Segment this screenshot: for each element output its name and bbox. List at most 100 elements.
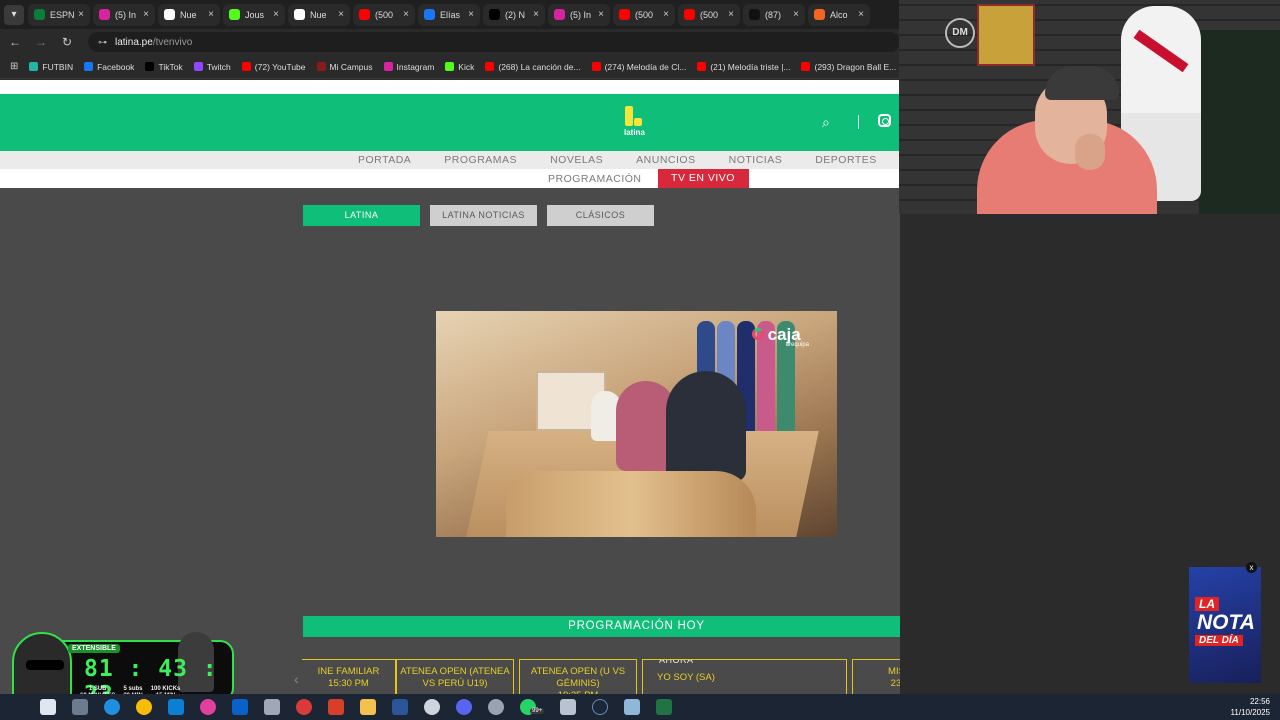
search-icon[interactable] [40, 699, 56, 715]
excel-icon[interactable] [656, 699, 673, 715]
bookmark-item[interactable]: Facebook [84, 62, 134, 72]
live-video-player[interactable]: caja arequipa [436, 311, 837, 537]
tab-close-icon[interactable]: × [468, 9, 474, 20]
browser-tab[interactable]: (2) N × [483, 3, 545, 26]
outlook-icon[interactable] [232, 699, 248, 715]
word-icon[interactable] [392, 699, 408, 715]
bookmark-item[interactable]: Kick [445, 62, 474, 72]
apps-grid-icon[interactable]: ⊞ [10, 61, 18, 72]
tab-close-icon[interactable]: × [338, 9, 344, 20]
tab-close-icon[interactable]: × [403, 9, 409, 20]
browser-tab[interactable]: Nue × [158, 3, 220, 26]
nota-main: NOTA [1197, 611, 1255, 634]
schedule-card[interactable]: MISTERIO23:00 PM [852, 659, 900, 694]
nav-tv-en-vivo[interactable]: TV EN VIVO [657, 169, 749, 188]
schedule-title: PROGRAMACIÓN HOY [303, 616, 900, 637]
chrome-icon[interactable] [136, 699, 152, 715]
bookmark-item[interactable]: (21) Melodía triste |... [697, 62, 790, 72]
channel-tab[interactable]: LATINA [303, 205, 420, 226]
channel-tab[interactable]: CLÁSICOS [547, 205, 654, 226]
bookmark-item[interactable]: (274) Melodía de Cl... [591, 61, 687, 72]
browser-tab[interactable]: (87) × [743, 3, 805, 26]
browser-tab[interactable]: ESPN × [28, 3, 90, 26]
instagram-icon[interactable] [878, 114, 891, 127]
browser-tab[interactable]: (5) In × [548, 3, 610, 26]
search-icon[interactable]: ⌕ [822, 114, 830, 131]
tab-close-icon[interactable]: × [143, 9, 149, 20]
latina-logo[interactable]: latina [624, 106, 647, 138]
address-bar[interactable]: ⊶ latina.pe/tvenvivo [88, 32, 900, 52]
task-view-icon[interactable] [72, 699, 88, 715]
tab-close-icon[interactable]: × [663, 9, 669, 20]
tab-title: (500 [700, 9, 719, 20]
app-icon[interactable] [488, 699, 504, 715]
nav-item-programas[interactable]: PROGRAMAS [444, 154, 517, 166]
discord-icon[interactable] [456, 699, 472, 715]
browser-tab[interactable]: Nue × [288, 3, 350, 26]
tab-title: Nue [180, 9, 197, 20]
tab-search-chevron-icon[interactable]: ▾ [4, 4, 24, 25]
schedule-card[interactable]: ATENEA OPEN (ATENEA VS PERÚ U19) [396, 659, 514, 694]
tab-favicon-icon [229, 9, 240, 20]
tab-favicon-icon [99, 9, 110, 20]
photos-icon[interactable] [168, 699, 184, 715]
app-icon[interactable] [296, 699, 312, 715]
nav-programacion[interactable]: PROGRAMACIÓN [548, 173, 642, 185]
tab-close-icon[interactable]: × [858, 9, 864, 20]
bookmark-item[interactable]: (293) Dragon Ball E... [801, 62, 896, 72]
bookmark-label: (268) La canción de... [498, 61, 581, 72]
reload-icon[interactable]: ↻ [56, 35, 78, 49]
bookmark-item[interactable]: Instagram [383, 62, 434, 72]
browser-tab[interactable]: Jous × [223, 3, 285, 26]
file-explorer-icon[interactable] [360, 699, 376, 715]
nav-item-portada[interactable]: PORTADA [358, 154, 411, 166]
app-icon[interactable] [424, 699, 440, 715]
windows-taskbar: 99+ 22:56 11/10/2025 [0, 694, 1280, 720]
schedule-card[interactable]: AHORA YO SOY (SA) [642, 659, 847, 694]
bookmark-item[interactable]: FUTBIN [29, 62, 73, 72]
app-icon[interactable] [328, 699, 344, 715]
browser-tab[interactable]: (500 × [613, 3, 675, 26]
app-icon[interactable] [200, 699, 216, 715]
schedule-card[interactable]: INE FAMILIAR 15:30 PM [302, 659, 396, 694]
tab-close-icon[interactable]: × [78, 9, 84, 20]
nav-item-anuncios[interactable]: ANUNCIOS [636, 154, 695, 166]
site-info-icon[interactable]: ⊶ [98, 37, 107, 48]
bookmark-item[interactable]: Twitch [193, 62, 231, 72]
nav-item-novelas[interactable]: NOVELAS [550, 154, 603, 166]
bookmark-item[interactable]: Mi Campus [316, 62, 373, 72]
browser-tab[interactable]: (500 × [353, 3, 415, 26]
browser-tab[interactable]: (5) In × [93, 3, 155, 26]
nav-item-deportes[interactable]: DEPORTES [815, 154, 877, 166]
channel-tab[interactable]: LATINA NOTICIAS [430, 205, 537, 226]
tab-close-icon[interactable]: × [208, 9, 214, 20]
system-clock[interactable]: 22:56 11/10/2025 [1231, 696, 1270, 718]
chevron-left-icon[interactable]: ‹ [294, 671, 299, 687]
back-arrow-icon[interactable]: ← [4, 35, 26, 49]
app-icon[interactable] [624, 699, 641, 715]
bookmark-label: Facebook [97, 61, 135, 72]
browser-tab[interactable]: (500 × [678, 3, 740, 26]
nav-item-noticias[interactable]: NOTICIAS [729, 154, 783, 166]
schedule-card[interactable]: ATENEA OPEN (U VS GÉMINIS)19:25 PM [519, 659, 637, 694]
tab-close-icon[interactable]: × [728, 9, 734, 20]
bookmark-item[interactable]: (72) YouTube [241, 62, 306, 72]
close-icon[interactable]: x [1246, 562, 1257, 573]
browser-tab[interactable]: Alco × [808, 3, 870, 26]
tab-close-icon[interactable]: × [273, 9, 279, 20]
browser-tab[interactable]: Elías × [418, 3, 480, 26]
tab-title: (500 [375, 9, 394, 20]
tab-close-icon[interactable]: × [793, 9, 799, 20]
tab-close-icon[interactable]: × [598, 9, 604, 20]
calculator-icon[interactable] [560, 699, 577, 715]
bookmark-label: (274) Melodía de Cl... [604, 61, 687, 72]
bookmark-item[interactable]: TikTok [145, 62, 183, 72]
steam-icon[interactable] [592, 699, 609, 715]
forward-arrow-icon[interactable]: → [30, 35, 52, 49]
bookmark-item[interactable]: (268) La canción de... [485, 61, 581, 72]
tab-close-icon[interactable]: × [533, 9, 539, 20]
edge-icon[interactable] [104, 699, 120, 715]
bookmark-favicon-icon [697, 62, 707, 71]
tab-favicon-icon [164, 9, 175, 20]
app-icon[interactable] [264, 699, 280, 715]
